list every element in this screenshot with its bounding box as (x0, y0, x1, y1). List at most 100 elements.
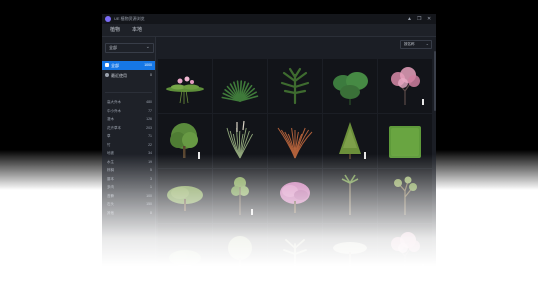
plant-thumbnail (280, 67, 310, 105)
category-label: 石头 (107, 202, 114, 206)
category-item[interactable]: 苔藓 100 (102, 193, 155, 201)
category-item[interactable]: 藤本 3 (102, 176, 155, 184)
sidebar: 全部 ⌄ 全部 1000 最近使用 0 高大乔木 480 中小乔木 77 灌木 126 花卉… (102, 37, 156, 266)
plant-thumbnail (169, 250, 201, 266)
plant-thumbnail (391, 232, 424, 266)
category-item[interactable]: 棕榈 5 (102, 167, 155, 175)
window-title: UE 植物资源浏览 (114, 16, 145, 21)
plant-thumbnail (170, 123, 200, 159)
category-count: 34 (148, 151, 152, 155)
filter-dropdown-label: 全部 (109, 45, 117, 50)
asset-tile-monstera[interactable] (323, 59, 377, 113)
asset-tile-leafy-tree[interactable] (213, 224, 267, 266)
scrollbar[interactable] (434, 51, 436, 111)
sidebar-item-recent[interactable]: 最近使用 0 (102, 71, 155, 80)
category-count: 71 (148, 134, 152, 138)
asset-tile-blossom-shrub[interactable] (378, 224, 432, 266)
category-label: 多肉 (107, 185, 114, 189)
chevron-down-icon: ⌄ (145, 44, 150, 50)
plant-thumbnail (339, 122, 366, 159)
category-label: 地被 (107, 151, 114, 155)
chevron-down-icon: ⌄ (425, 41, 429, 46)
asset-tile-tropical-plant[interactable] (268, 224, 322, 266)
app-logo-icon (105, 16, 111, 22)
category-item[interactable]: 花卉草本 203 (102, 125, 155, 133)
sidebar-item-all[interactable]: 全部 1000 (102, 61, 155, 70)
asset-tile-agave[interactable] (213, 59, 267, 113)
asset-tile-water-lily[interactable] (158, 59, 212, 113)
backdrop-left (0, 150, 102, 190)
tab-local[interactable]: 本地 (132, 26, 142, 33)
asset-tile-red-grass[interactable] (268, 114, 322, 168)
category-item[interactable]: 水生 19 (102, 159, 155, 167)
tab-plants[interactable]: 植物 (110, 26, 120, 33)
category-item[interactable]: 地被 34 (102, 150, 155, 158)
plant-thumbnail (231, 177, 253, 215)
category-label: 棕榈 (107, 168, 114, 172)
clock-icon (105, 73, 109, 77)
category-label: 藤本 (107, 176, 114, 181)
category-count: 150 (146, 202, 152, 206)
category-label: 高大乔木 (107, 100, 121, 104)
category-count: 77 (148, 108, 152, 113)
category-item[interactable]: 中小乔木 77 (102, 108, 155, 116)
category-item[interactable]: 高大乔木 480 (102, 99, 155, 107)
category-label: 灌木 (107, 117, 114, 121)
category-item[interactable]: 竹 22 (102, 142, 155, 150)
category-count: 203 (146, 125, 152, 130)
plant-thumbnail (166, 76, 204, 104)
plant-thumbnail (167, 186, 203, 211)
grid-icon (105, 63, 109, 67)
filter-dropdown[interactable]: 全部 ⌄ (105, 43, 154, 53)
sidebar-item-count: 1000 (144, 63, 152, 67)
asset-tile-flat-tree[interactable] (323, 224, 377, 266)
plant-thumbnail (389, 126, 421, 158)
restore-icon[interactable]: ❐ (417, 15, 421, 23)
category-count: 126 (146, 117, 152, 121)
category-count: 480 (146, 100, 152, 104)
plant-thumbnail (228, 236, 252, 266)
sidebar-item-count: 0 (150, 73, 152, 77)
sort-dropdown-label: 按名称 (404, 42, 415, 46)
category-count: 1 (150, 185, 152, 189)
category-item[interactable]: 灌木 126 (102, 116, 155, 124)
sidebar-item-label: 全部 (111, 63, 119, 68)
asset-tile-pink-blossom-tree[interactable] (378, 59, 432, 113)
asset-tile-round-tree[interactable] (158, 114, 212, 168)
category-label: 竹 (107, 142, 111, 147)
category-label: 中小乔木 (107, 108, 121, 113)
category-count: 100 (146, 193, 152, 198)
asset-tile-hedge[interactable] (378, 114, 432, 168)
backdrop-right (436, 150, 538, 190)
sidebar-item-label: 最近使用 (111, 73, 127, 78)
plant-thumbnail (221, 80, 259, 102)
category-item[interactable]: 多肉 1 (102, 184, 155, 192)
category-label: 草 (107, 134, 111, 138)
category-item[interactable]: 石头 150 (102, 201, 155, 209)
asset-tile-conifer[interactable] (323, 114, 377, 168)
plant-thumbnail (391, 67, 424, 105)
asset-tile-low-shrub[interactable] (158, 224, 212, 266)
plant-thumbnail (341, 174, 359, 215)
category-item[interactable]: 草 71 (102, 133, 155, 141)
asset-tile-potted-palm[interactable] (268, 59, 322, 113)
category-count: 22 (148, 142, 152, 147)
plant-thumbnail (283, 239, 307, 266)
category-label: 花卉草本 (107, 125, 121, 130)
asset-tile-ornamental-grass[interactable] (213, 114, 267, 168)
tab-bar: 植物 本地 (102, 24, 436, 37)
asset-tile-bare-tree[interactable] (378, 169, 432, 223)
asset-tile-slim-tree[interactable] (213, 169, 267, 223)
divider (105, 92, 152, 93)
pin-icon[interactable]: ▲ (407, 15, 412, 23)
asset-tile-spreading-tree[interactable] (158, 169, 212, 223)
category-count: 5 (150, 168, 152, 172)
close-icon[interactable]: ✕ (427, 15, 431, 23)
sort-dropdown[interactable]: 按名称 ⌄ (400, 40, 432, 49)
content-panel: 按名称 ⌄ (156, 37, 436, 266)
category-item[interactable]: 其他 8 (102, 210, 155, 218)
asset-tile-pink-canopy-tree[interactable] (268, 169, 322, 223)
category-count: 8 (150, 210, 152, 215)
category-count: 19 (148, 159, 152, 164)
asset-tile-tall-palm[interactable] (323, 169, 377, 223)
